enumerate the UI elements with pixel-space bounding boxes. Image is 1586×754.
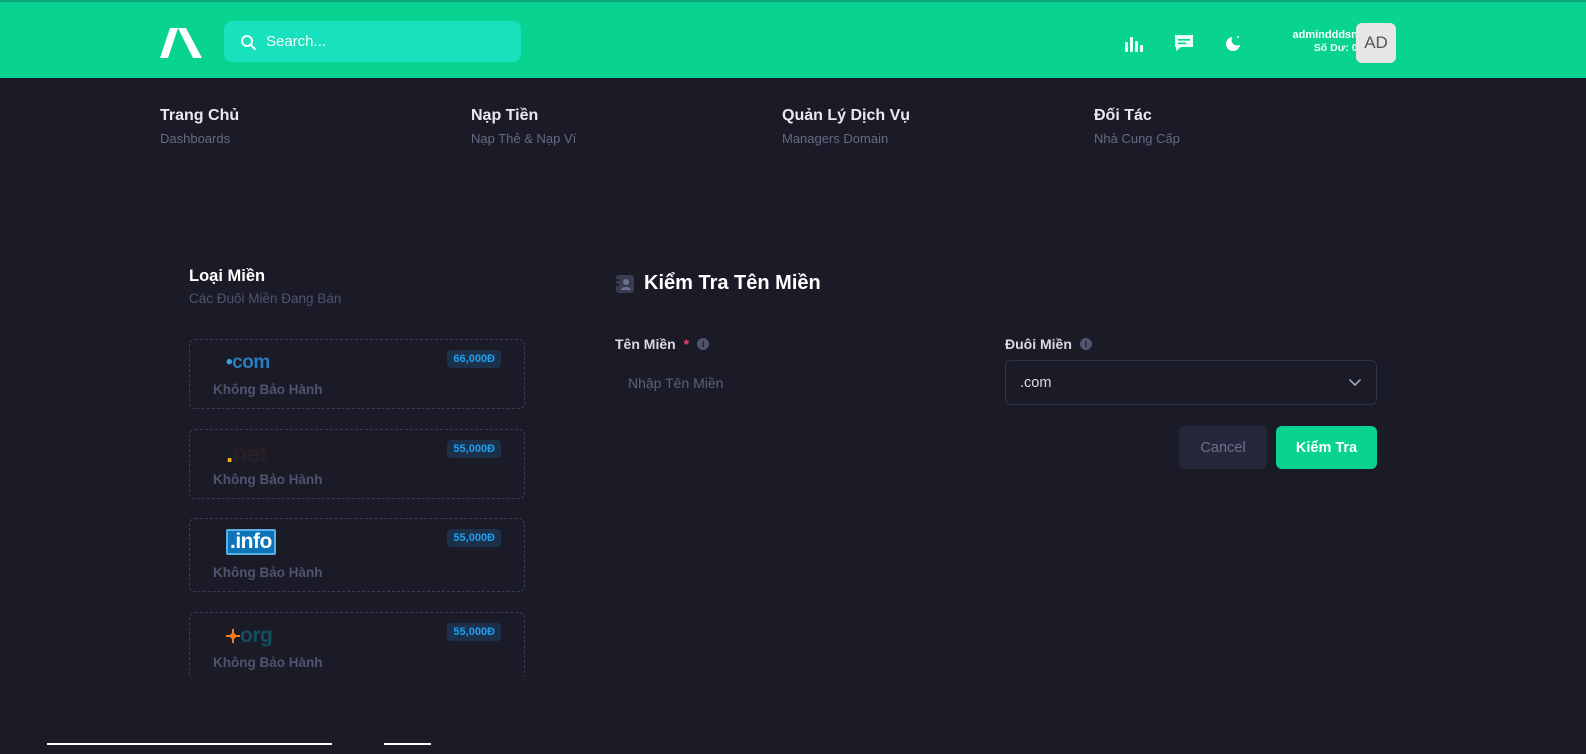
avatar[interactable]: AD	[1356, 23, 1396, 63]
domain-types-subtitle: Các Đuôi Miền Đang Bán	[189, 291, 342, 306]
price-badge: 55,000Đ	[447, 440, 501, 458]
domain-ext-label: Đuôi Miền i	[1005, 336, 1092, 352]
nav-item-partners[interactable]: Đối Tác Nhà Cung Cấp	[1094, 107, 1180, 146]
com-logo: •com	[226, 352, 270, 373]
org-logo: org	[226, 623, 273, 649]
domain-name-label: Tên Miền * i	[615, 336, 710, 352]
chat-icon[interactable]	[1173, 32, 1195, 54]
check-domain-title: Kiểm Tra Tên Miền	[615, 272, 821, 295]
info-icon[interactable]: i	[697, 338, 710, 350]
org-emblem-icon	[226, 629, 240, 643]
nav-subtitle: Nhà Cung Cấp	[1094, 131, 1180, 146]
chart-icon[interactable]	[1123, 32, 1145, 54]
contact-card-icon	[616, 274, 634, 293]
search-input[interactable]	[266, 33, 506, 50]
nav-title: Nạp Tiền	[471, 107, 539, 124]
nav-item-services[interactable]: Quản Lý Dịch Vụ Managers Domain	[782, 107, 910, 146]
price-badge: 66,000Đ	[447, 350, 501, 368]
search-icon	[241, 34, 256, 50]
moon-icon[interactable]	[1222, 32, 1244, 54]
nav-title: Trang Chủ	[160, 107, 240, 124]
net-logo: .net	[226, 437, 268, 468]
warranty-label: Không Bảo Hành	[213, 565, 323, 580]
info-icon[interactable]: i	[1079, 338, 1092, 350]
top-bar: admindddsnc Số Dư: 0đ AD	[0, 0, 1586, 78]
nav-item-home[interactable]: Trang Chủ Dashboards	[160, 107, 239, 146]
check-button[interactable]: Kiểm Tra	[1276, 426, 1377, 469]
warranty-label: Không Bảo Hành	[213, 472, 323, 487]
nav-item-deposit[interactable]: Nạp Tiền Nạp Thẻ & Nạp Ví	[471, 107, 576, 146]
domain-card-net[interactable]: .net 55,000Đ Không Bảo Hành	[189, 429, 525, 499]
price-badge: 55,000Đ	[447, 623, 501, 641]
cancel-button[interactable]: Cancel	[1179, 426, 1267, 469]
chevron-down-icon	[1349, 379, 1361, 386]
brand-logo[interactable]	[160, 28, 204, 58]
nav-title: Quản Lý Dịch Vụ	[782, 107, 911, 124]
price-badge: 55,000Đ	[447, 529, 501, 547]
domain-name-input[interactable]	[615, 362, 975, 404]
nav-subtitle: Nạp Thẻ & Nạp Ví	[471, 131, 577, 146]
domain-card-com[interactable]: •com 66,000Đ Không Bảo Hành	[189, 339, 525, 409]
search-box[interactable]	[224, 21, 521, 62]
domain-card-info[interactable]: .info 55,000Đ Không Bảo Hành	[189, 518, 525, 592]
required-mark: *	[683, 336, 690, 352]
nav-subtitle: Managers Domain	[782, 131, 889, 146]
bottom-divider	[384, 743, 431, 745]
check-domain-title-text: Kiểm Tra Tên Miền	[644, 272, 821, 294]
warranty-label: Không Bảo Hành	[213, 382, 323, 397]
domain-types-title: Loại Miền	[189, 267, 266, 285]
balance: Số Dư: 0đ	[1313, 42, 1364, 54]
domain-card-org[interactable]: org 55,000Đ Không Bảo Hành	[189, 612, 525, 680]
info-logo: .info	[226, 529, 276, 555]
domain-ext-value: .com	[1020, 374, 1052, 391]
bottom-divider	[47, 743, 332, 745]
user-info[interactable]: admindddsnc Số Dư: 0đ	[1292, 29, 1364, 55]
username: admindddsnc	[1292, 29, 1364, 41]
nav-title: Đối Tác	[1094, 107, 1152, 124]
nav-subtitle: Dashboards	[160, 131, 231, 146]
warranty-label: Không Bảo Hành	[213, 655, 323, 670]
domain-ext-select[interactable]: .com	[1005, 360, 1377, 405]
